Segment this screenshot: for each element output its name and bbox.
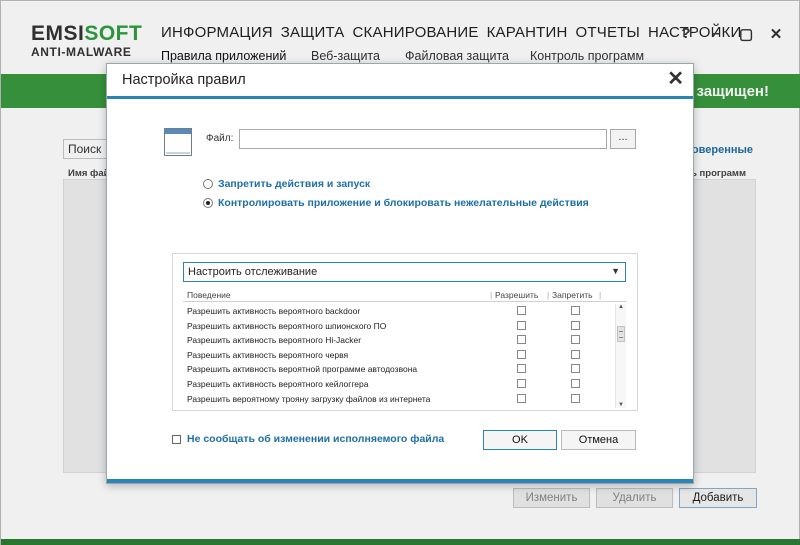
behavior-table-header: Поведение | Разрешить | Запретить | [183,290,626,302]
scroll-up-icon[interactable]: ▲ [618,304,624,310]
dialog-header-divider [107,96,693,99]
allow-checkbox[interactable] [517,335,526,345]
behavior-row: Разрешить активность вероятного кейлогге… [183,377,615,392]
behavior-scrollbar[interactable]: ▲ ▼ [615,304,626,408]
col-behavior[interactable]: Поведение [187,290,231,300]
behavior-row: Разрешить активность вероятной программе… [183,362,615,377]
cancel-button[interactable]: Отмена [561,430,636,450]
deny-checkbox[interactable] [571,349,580,359]
monitoring-select[interactable]: Настроить отслеживание ▼ [183,262,626,282]
col-separator: | [490,290,493,300]
monitoring-panel: Настроить отслеживание ▼ Поведение | Раз… [172,253,638,411]
radio-control-label[interactable]: Контролировать приложение и блокировать … [218,197,589,209]
allow-checkbox[interactable] [517,306,526,315]
behavior-label: Разрешить активность вероятного backdoor [187,306,361,316]
allow-checkbox[interactable] [517,349,526,359]
browse-button[interactable]: ... [610,129,636,149]
chevron-down-icon[interactable]: ▼ [611,266,620,276]
file-label: Файл: [206,133,234,144]
scroll-down-icon[interactable]: ▼ [618,402,624,408]
behavior-label: Разрешить активность вероятной программе… [187,364,418,375]
behavior-label: Разрешить активность вероятного Hi-Jacke… [187,335,362,346]
col-separator: | [599,290,602,300]
deny-checkbox[interactable] [571,393,580,403]
no-notify-label[interactable]: Не сообщать об изменении исполняемого фа… [187,433,444,445]
radio-control-circle[interactable] [203,198,213,208]
allow-checkbox[interactable] [517,320,526,330]
radio-block-label[interactable]: Запретить действия и запуск [218,178,370,190]
allow-checkbox[interactable] [517,364,526,374]
radio-control-app[interactable]: Контролировать приложение и блокировать … [203,197,589,209]
deny-checkbox[interactable] [571,320,580,330]
file-path-input[interactable] [239,129,607,149]
ok-button[interactable]: OK [483,430,557,450]
behavior-row: Разрешить активность вероятного Hi-Jacke… [183,333,615,348]
window-icon [164,128,192,156]
dialog-title: Настройка правил [122,72,246,88]
deny-checkbox[interactable] [571,364,580,374]
behavior-label: Разрешить активность вероятного кейлогге… [187,378,369,389]
behavior-row: Разрешить активность вероятного backdoor [183,304,615,319]
behavior-label: Разрешить вероятному трояну загрузку фай… [187,393,431,404]
col-separator: | [547,290,550,300]
rules-dialog: Настройка правил ✕ Файл: ... Запретить д… [106,63,694,484]
scroll-thumb[interactable] [617,326,625,342]
no-notify-checkbox[interactable] [172,434,181,444]
deny-checkbox[interactable] [571,378,580,388]
radio-block-actions[interactable]: Запретить действия и запуск [203,178,370,190]
dialog-close-icon[interactable]: ✕ [667,68,684,90]
behavior-rows: Разрешить активность вероятного backdoor… [183,304,615,406]
deny-checkbox[interactable] [571,335,580,345]
radio-block-circle[interactable] [203,179,213,189]
deny-checkbox[interactable] [571,306,580,315]
col-allow[interactable]: Разрешить [495,290,538,300]
behavior-label: Разрешить активность вероятного шпионско… [187,320,387,331]
allow-checkbox[interactable] [517,393,526,403]
monitoring-select-value: Настроить отслеживание [188,266,318,278]
behavior-row: Разрешить вероятному трояну загрузку фай… [183,392,615,407]
dialog-footer-bar [107,479,693,483]
behavior-row: Разрешить активность вероятного червя [183,348,615,363]
allow-checkbox[interactable] [517,378,526,388]
no-notify-option[interactable]: Не сообщать об изменении исполняемого фа… [172,433,444,445]
col-deny[interactable]: Запретить [552,290,593,300]
behavior-row: Разрешить активность вероятного шпионско… [183,319,615,334]
behavior-label: Разрешить активность вероятного червя [187,349,349,360]
